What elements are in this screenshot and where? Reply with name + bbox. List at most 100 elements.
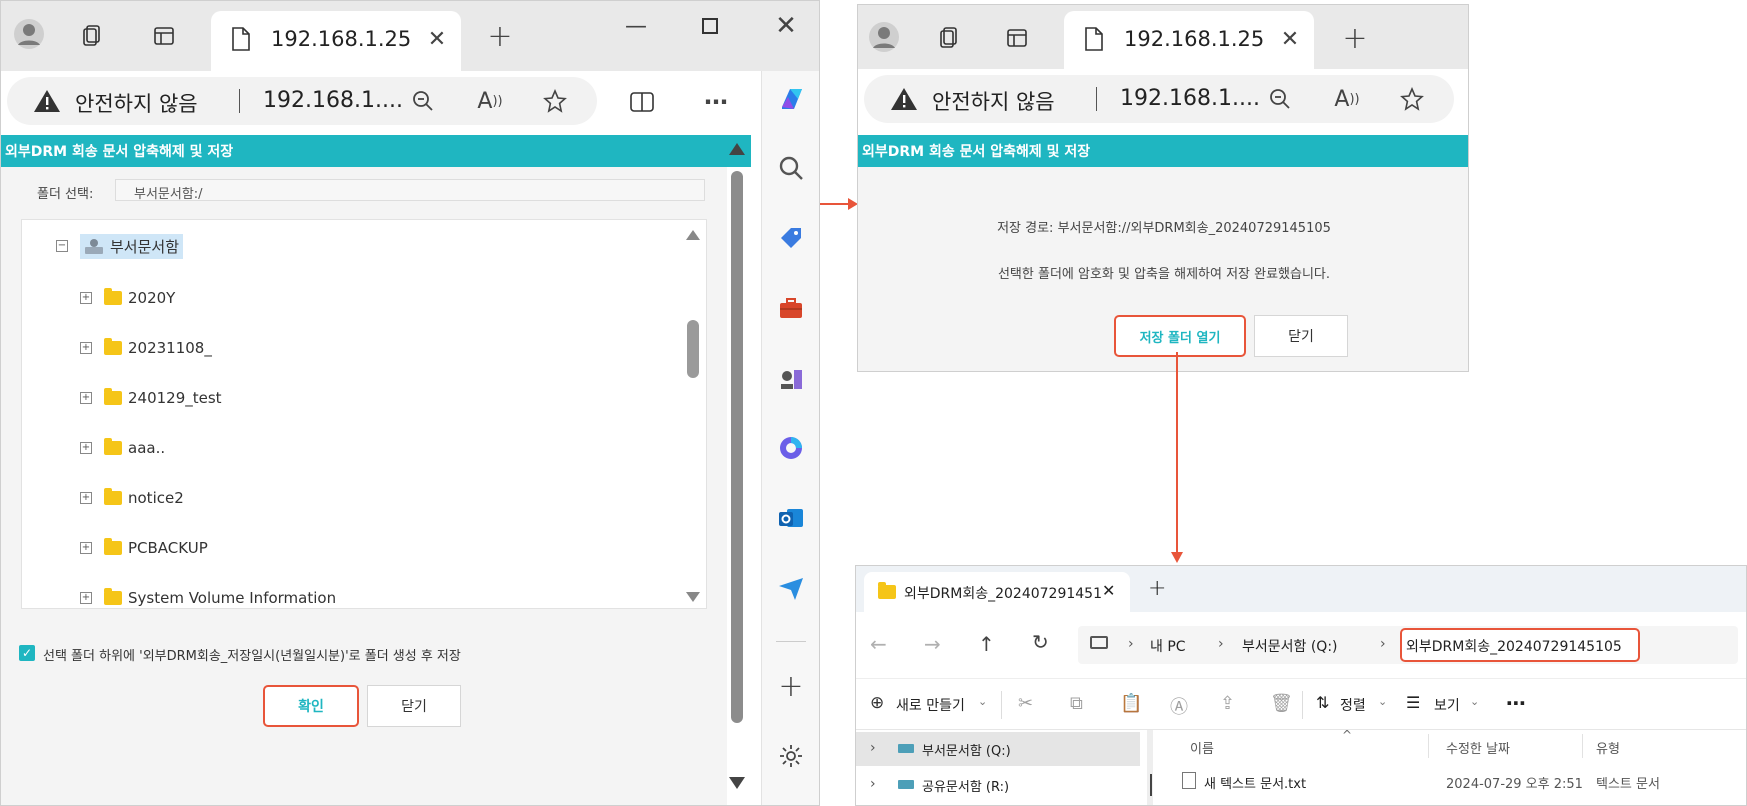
address-bar[interactable]: 안전하지 않음 192.168.1.... A)) bbox=[7, 77, 597, 125]
expand-icon[interactable]: + bbox=[80, 292, 92, 304]
tree-item[interactable]: +20231108_ bbox=[80, 334, 212, 362]
tab-active[interactable]: 192.168.1.251/cl ✕ bbox=[1064, 11, 1314, 69]
view-icon[interactable]: ☰ bbox=[1406, 693, 1420, 712]
column-modified[interactable]: 수정한 날짜 bbox=[1446, 738, 1510, 757]
favorite-star-icon[interactable] bbox=[1398, 85, 1426, 113]
tree-root[interactable]: − 부서문서함 bbox=[56, 232, 184, 260]
confirm-button[interactable]: 확인 bbox=[263, 685, 359, 727]
tree-scroll-up-icon[interactable] bbox=[686, 230, 700, 240]
tab-actions-icon[interactable] bbox=[1004, 25, 1030, 51]
shopping-tag-icon[interactable] bbox=[776, 223, 806, 253]
nav-expand-icon[interactable]: › bbox=[870, 776, 876, 792]
new-explorer-tab-icon[interactable]: + bbox=[1148, 576, 1166, 601]
address-breadcrumb[interactable]: › 내 PC › 부서문서함 (Q:) › 외부DRM회송_2024072914… bbox=[1078, 626, 1738, 664]
page-scroll-down-icon[interactable] bbox=[729, 777, 745, 789]
new-tab-icon[interactable]: + bbox=[1340, 21, 1370, 56]
more-options-icon[interactable]: ⋯ bbox=[1506, 691, 1526, 715]
favorite-star-icon[interactable] bbox=[541, 87, 569, 115]
tab-actions-icon[interactable] bbox=[151, 23, 177, 49]
page-scroll-up-icon[interactable] bbox=[729, 143, 745, 155]
address-bar[interactable]: 안전하지 않음 192.168.1.... A)) bbox=[864, 75, 1454, 123]
zoom-out-icon[interactable] bbox=[1266, 85, 1294, 113]
up-icon[interactable]: ↑ bbox=[978, 632, 995, 656]
expand-icon[interactable]: + bbox=[80, 592, 92, 604]
outlook-icon[interactable] bbox=[776, 503, 806, 533]
tree-scrollbar-thumb[interactable] bbox=[687, 320, 699, 378]
breadcrumb-pc[interactable]: 내 PC bbox=[1150, 636, 1186, 656]
settings-gear-icon[interactable] bbox=[776, 741, 806, 771]
tools-briefcase-icon[interactable] bbox=[776, 293, 806, 323]
column-divider[interactable] bbox=[1428, 734, 1429, 758]
cut-icon[interactable]: ✂ bbox=[1018, 693, 1033, 714]
tab-active[interactable]: 192.168.1.251/cl ✕ bbox=[211, 11, 461, 71]
profile-avatar[interactable] bbox=[866, 19, 902, 55]
games-chess-icon[interactable] bbox=[776, 363, 806, 393]
folder-path-input[interactable]: 부서문서함:/ bbox=[115, 179, 705, 202]
rename-icon[interactable]: Ⓐ bbox=[1170, 693, 1188, 719]
tree-item[interactable]: +240129_test bbox=[80, 384, 222, 412]
tree-item[interactable]: +2020Y bbox=[80, 284, 175, 312]
read-aloud-icon[interactable]: A)) bbox=[1332, 85, 1362, 113]
sort-button[interactable]: 정렬 bbox=[1340, 695, 1366, 715]
more-menu-icon[interactable]: ⋯ bbox=[701, 87, 731, 117]
column-name[interactable]: 이름 bbox=[1190, 738, 1214, 757]
read-aloud-icon[interactable]: A)) bbox=[475, 87, 505, 115]
tree-item[interactable]: + PCBACKUP bbox=[80, 534, 208, 562]
nav-scroll-indicator[interactable] bbox=[1150, 774, 1152, 796]
delete-icon[interactable]: 🗑 bbox=[1270, 693, 1293, 714]
breadcrumb-current[interactable]: 외부DRM회송_20240729145105 bbox=[1406, 636, 1622, 656]
collapse-icon[interactable]: − bbox=[56, 240, 68, 252]
close-button[interactable]: 닫기 bbox=[367, 685, 461, 727]
split-screen-icon[interactable] bbox=[627, 87, 657, 117]
file-row[interactable]: 새 텍스트 문서.txt 2024-07-29 오후 2:51 텍스트 문서 bbox=[1156, 764, 1746, 798]
view-button[interactable]: 보기 bbox=[1434, 695, 1460, 715]
expand-icon[interactable]: + bbox=[80, 442, 92, 454]
add-sidebar-app-icon[interactable]: + bbox=[776, 669, 806, 704]
maximize-icon[interactable] bbox=[697, 13, 723, 39]
profile-avatar[interactable] bbox=[11, 16, 47, 52]
minimize-icon[interactable]: — bbox=[621, 11, 651, 41]
paste-icon[interactable]: 📋 bbox=[1120, 693, 1142, 714]
new-plus-icon[interactable]: ⊕ bbox=[870, 693, 884, 713]
copy-icon[interactable]: ⧉ bbox=[1070, 693, 1083, 714]
folder-label: System Volume Information bbox=[128, 589, 337, 607]
copilot-icon[interactable] bbox=[776, 83, 808, 115]
close-button[interactable]: 닫기 bbox=[1254, 315, 1348, 357]
expand-icon[interactable]: + bbox=[80, 392, 92, 404]
back-icon[interactable]: ← bbox=[870, 632, 887, 656]
url-text[interactable]: 192.168.1.... bbox=[263, 88, 403, 113]
workspaces-icon[interactable] bbox=[79, 21, 107, 49]
subfolder-checkbox[interactable]: ✓ bbox=[19, 645, 35, 661]
sort-icon[interactable]: ⇅ bbox=[1316, 693, 1329, 712]
tab-close-icon[interactable]: ✕ bbox=[425, 27, 449, 52]
url-text[interactable]: 192.168.1.... bbox=[1120, 86, 1260, 111]
tree-item[interactable]: + aaa.. bbox=[80, 434, 165, 462]
expand-icon[interactable]: + bbox=[80, 492, 92, 504]
window-close-icon[interactable]: ✕ bbox=[771, 11, 801, 41]
send-drop-icon[interactable] bbox=[776, 573, 806, 603]
forward-icon[interactable]: → bbox=[924, 632, 941, 656]
open-save-folder-button[interactable]: 저장 폴더 열기 bbox=[1114, 315, 1246, 357]
new-button[interactable]: 새로 만들기 bbox=[896, 695, 965, 715]
tree-item[interactable]: + System Volume Information bbox=[80, 584, 336, 612]
new-tab-icon[interactable]: + bbox=[485, 19, 515, 54]
page-scrollbar-thumb[interactable] bbox=[731, 171, 743, 723]
refresh-icon[interactable]: ↻ bbox=[1032, 630, 1049, 654]
tree-item[interactable]: + notice2 bbox=[80, 484, 184, 512]
expand-icon[interactable]: + bbox=[80, 342, 92, 354]
zoom-out-icon[interactable] bbox=[409, 87, 437, 115]
microsoft365-icon[interactable] bbox=[776, 433, 806, 463]
share-icon[interactable]: ⇪ bbox=[1220, 693, 1235, 714]
search-icon[interactable] bbox=[776, 153, 806, 183]
explorer-tab[interactable]: 외부DRM회송_202407291451 ✕ bbox=[864, 572, 1130, 612]
tree-scroll-down-icon[interactable] bbox=[686, 592, 700, 602]
breadcrumb-drive[interactable]: 부서문서함 (Q:) bbox=[1242, 636, 1338, 656]
nav-expand-icon[interactable]: › bbox=[870, 740, 876, 756]
column-divider[interactable] bbox=[1582, 734, 1583, 758]
explorer-tab-close-icon[interactable]: ✕ bbox=[1102, 581, 1115, 600]
tab-close-icon[interactable]: ✕ bbox=[1278, 27, 1302, 52]
column-type[interactable]: 유형 bbox=[1596, 738, 1620, 757]
workspaces-icon[interactable] bbox=[936, 23, 964, 51]
folder-tree: − 부서문서함 +2020Y +20231108_ +240129_test +… bbox=[21, 219, 707, 609]
expand-icon[interactable]: + bbox=[80, 542, 92, 554]
